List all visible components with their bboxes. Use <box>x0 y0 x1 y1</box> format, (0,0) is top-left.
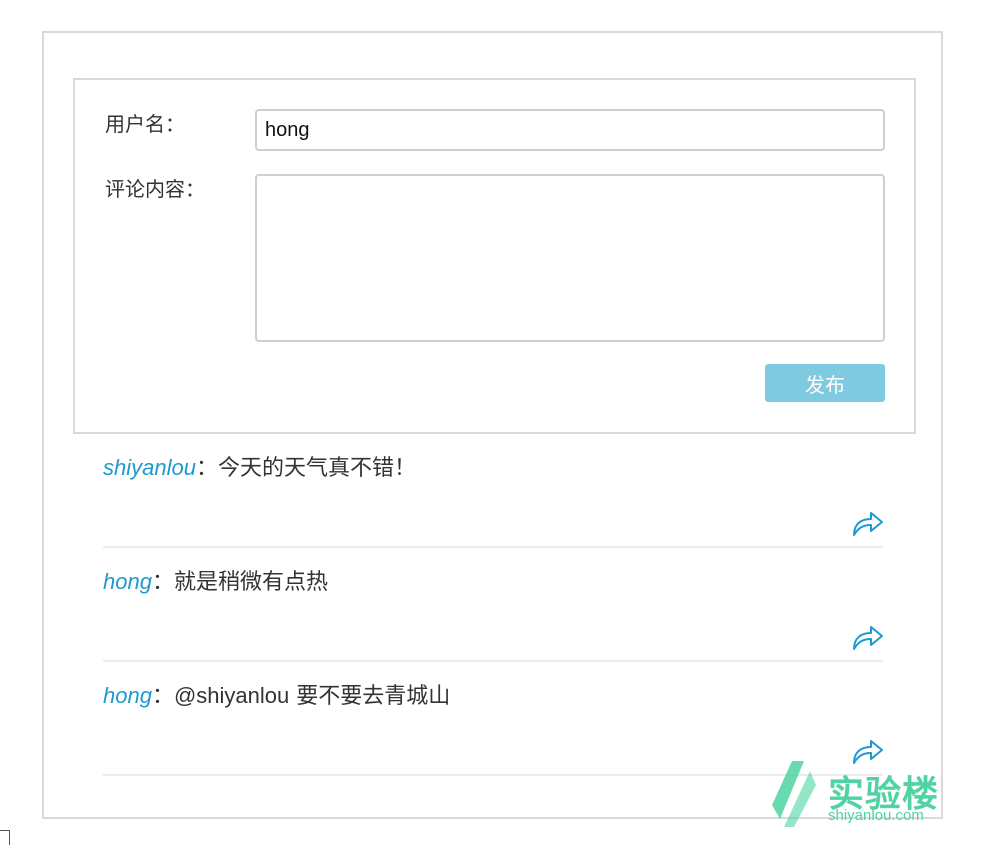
comment-item: hong：就是稍微有点热 <box>103 548 883 662</box>
comment-separator: ： <box>195 456 218 481</box>
comment-line: hong：@shiyanlou 要不要去青城山 <box>103 678 450 710</box>
comment-text: 就是稍微有点热 <box>173 570 328 595</box>
comment-line: shiyanlou：今天的天气真不错！ <box>103 450 416 482</box>
comment-text-body: 要不要去青城山 <box>296 684 451 709</box>
comment-separator: ： <box>151 570 174 595</box>
comment-author[interactable]: shiyanlou <box>103 455 196 480</box>
comment-label: 评论内容： <box>105 177 205 201</box>
comment-author[interactable]: hong <box>103 569 152 594</box>
username-label: 用户名： <box>105 112 185 136</box>
comment-text: 今天的天气真不错！ <box>217 456 416 481</box>
reply-arrow-icon[interactable] <box>851 624 885 652</box>
publish-button[interactable]: 发布 <box>765 364 885 402</box>
username-input[interactable] <box>255 109 885 151</box>
comment-author[interactable]: hong <box>103 683 152 708</box>
comment-mention[interactable]: @shiyanlou <box>174 683 289 708</box>
comment-textarea[interactable] <box>255 174 885 342</box>
comment-item: hong：@shiyanlou 要不要去青城山 <box>103 662 883 776</box>
comment-line: hong：就是稍微有点热 <box>103 564 328 596</box>
comment-text: @shiyanlou 要不要去青城山 <box>174 683 451 709</box>
shiyanlou-logo-icon <box>772 761 816 827</box>
shiyanlou-watermark: 实验楼 shiyanlou.com <box>770 757 950 829</box>
watermark-en-text: shiyanlou.com <box>828 807 924 824</box>
reply-arrow-icon[interactable] <box>851 510 885 538</box>
corner-marker <box>0 830 10 845</box>
comment-separator: ： <box>151 684 174 709</box>
comment-item: shiyanlou：今天的天气真不错！ <box>103 434 883 548</box>
